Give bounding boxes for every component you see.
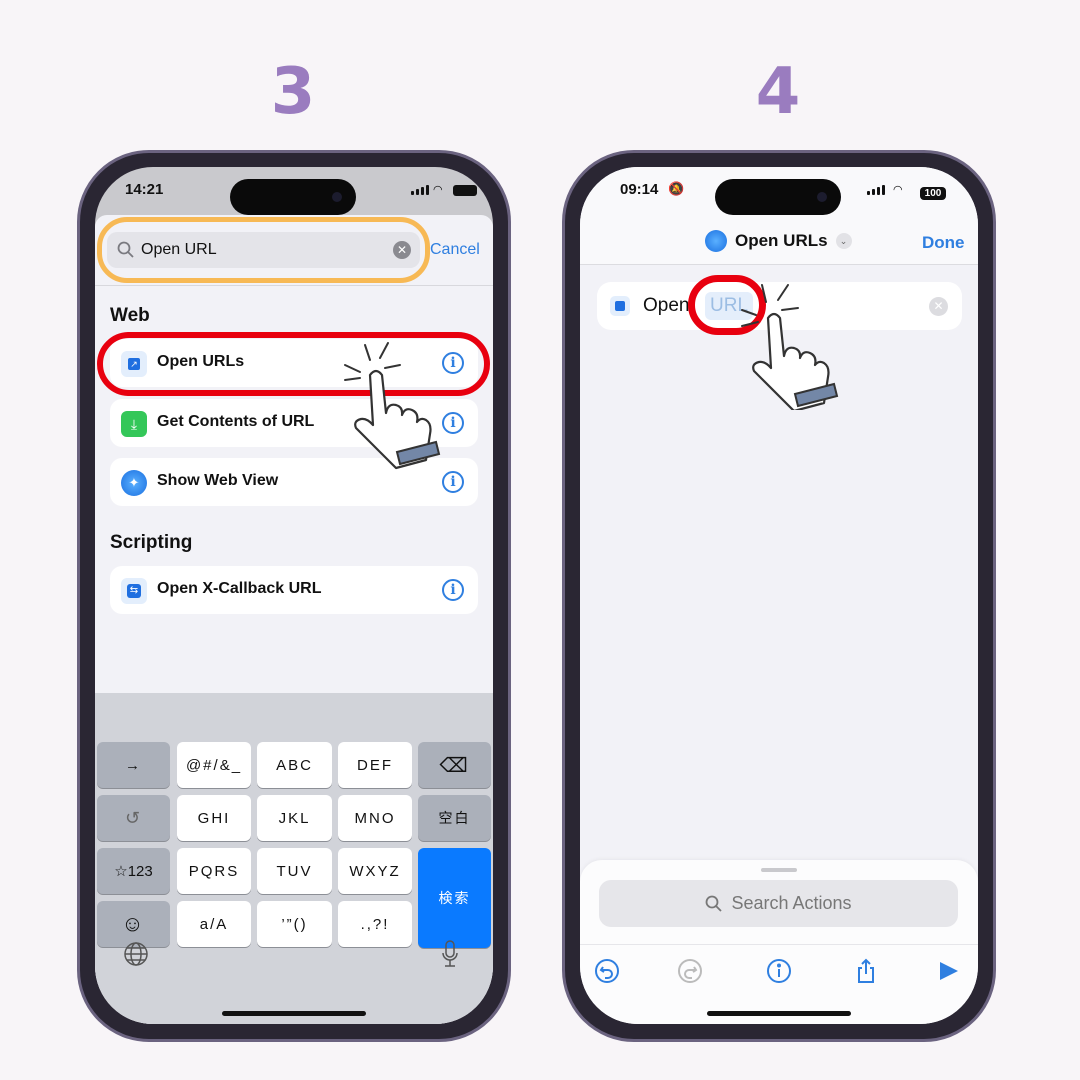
phone-screen-step3: 14:21 ◠ Open URL ✕ Cancel Web ↗ Open URL…	[95, 167, 493, 1024]
silent-bell-icon: 🔕	[668, 181, 685, 196]
wifi-icon: ◠	[433, 184, 443, 196]
key[interactable]: @#/&_	[177, 742, 251, 788]
battery-icon	[453, 185, 477, 196]
dynamic-island	[230, 179, 356, 215]
play-icon[interactable]	[935, 958, 961, 984]
safari-icon	[705, 230, 727, 252]
space-key[interactable]: 空白	[418, 795, 491, 841]
wifi-icon: ◠	[893, 184, 903, 196]
key[interactable]: TUV	[257, 848, 332, 894]
divider	[580, 944, 978, 945]
tap-hand-pointer-icon	[741, 284, 839, 410]
cancel-button[interactable]: Cancel	[430, 241, 480, 259]
microphone-icon[interactable]	[440, 939, 460, 969]
divider	[95, 285, 493, 286]
key[interactable]: a/A	[177, 901, 251, 947]
keyboard: → @#/&_ ABC DEF ⌫ ↺ GHI JKL MNO 空白 ☆123 …	[95, 693, 493, 1024]
signal-icon	[867, 185, 885, 195]
globe-icon[interactable]	[123, 941, 149, 967]
tap-hand-pointer-icon	[344, 342, 441, 470]
action-label: Open X-Callback URL	[157, 580, 322, 597]
key[interactable]: GHI	[177, 795, 251, 841]
undo-icon[interactable]	[594, 958, 620, 984]
status-time: 14:21	[125, 181, 164, 198]
key[interactable]: JKL	[257, 795, 332, 841]
step-number-4: 4	[755, 55, 801, 129]
action-label: Show Web View	[157, 472, 279, 489]
action-label: Get Contents of URL	[157, 413, 315, 430]
safari-icon: ✦	[121, 470, 147, 496]
open-url-icon	[610, 296, 630, 316]
key[interactable]: ABC	[257, 742, 332, 788]
done-button[interactable]: Done	[922, 233, 965, 253]
header-title-button[interactable]: Open URLs ⌄	[705, 230, 852, 252]
key-numbers[interactable]: ☆123	[97, 848, 170, 894]
section-title-scripting: Scripting	[110, 532, 193, 553]
key[interactable]: MNO	[338, 795, 412, 841]
chevron-down-icon: ⌄	[835, 233, 852, 249]
info-icon[interactable]	[766, 958, 792, 984]
sheet-grabber[interactable]	[761, 868, 797, 872]
home-indicator	[707, 1011, 851, 1016]
key-arrow[interactable]: →	[97, 742, 170, 788]
key[interactable]: WXYZ	[338, 848, 412, 894]
search-enter-key[interactable]: 検索	[418, 848, 491, 948]
header-title: Open URLs	[735, 231, 828, 250]
key[interactable]: PQRS	[177, 848, 251, 894]
action-verb: Open	[643, 295, 690, 316]
section-title-web: Web	[110, 305, 150, 326]
key[interactable]: DEF	[338, 742, 412, 788]
remove-action-icon[interactable]: ✕	[929, 297, 948, 316]
download-icon: ⤓	[121, 411, 147, 437]
search-icon	[706, 895, 723, 912]
callback-icon: ⇆	[121, 578, 147, 604]
search-highlight-ring	[97, 217, 430, 283]
key[interactable]: .,?!	[338, 901, 412, 947]
battery-indicator: 100	[920, 187, 946, 200]
bottom-sheet: Search Actions	[580, 860, 978, 1024]
search-placeholder: Search Actions	[731, 893, 852, 913]
delete-key[interactable]: ⌫	[418, 742, 491, 788]
home-indicator	[222, 1011, 366, 1016]
step-number-3: 3	[270, 55, 316, 129]
redo-icon[interactable]	[677, 958, 703, 984]
info-icon[interactable]: i	[442, 579, 464, 601]
share-icon[interactable]	[853, 958, 879, 984]
action-open-x-callback-url[interactable]: ⇆ Open X-Callback URL i	[110, 566, 478, 614]
signal-icon	[411, 185, 429, 195]
search-actions-input[interactable]: Search Actions	[599, 880, 958, 927]
key-undo[interactable]: ↺	[97, 795, 170, 841]
info-icon[interactable]: i	[442, 471, 464, 493]
dynamic-island	[715, 179, 841, 215]
key[interactable]: ’”()	[257, 901, 332, 947]
status-time: 09:14	[620, 181, 659, 198]
